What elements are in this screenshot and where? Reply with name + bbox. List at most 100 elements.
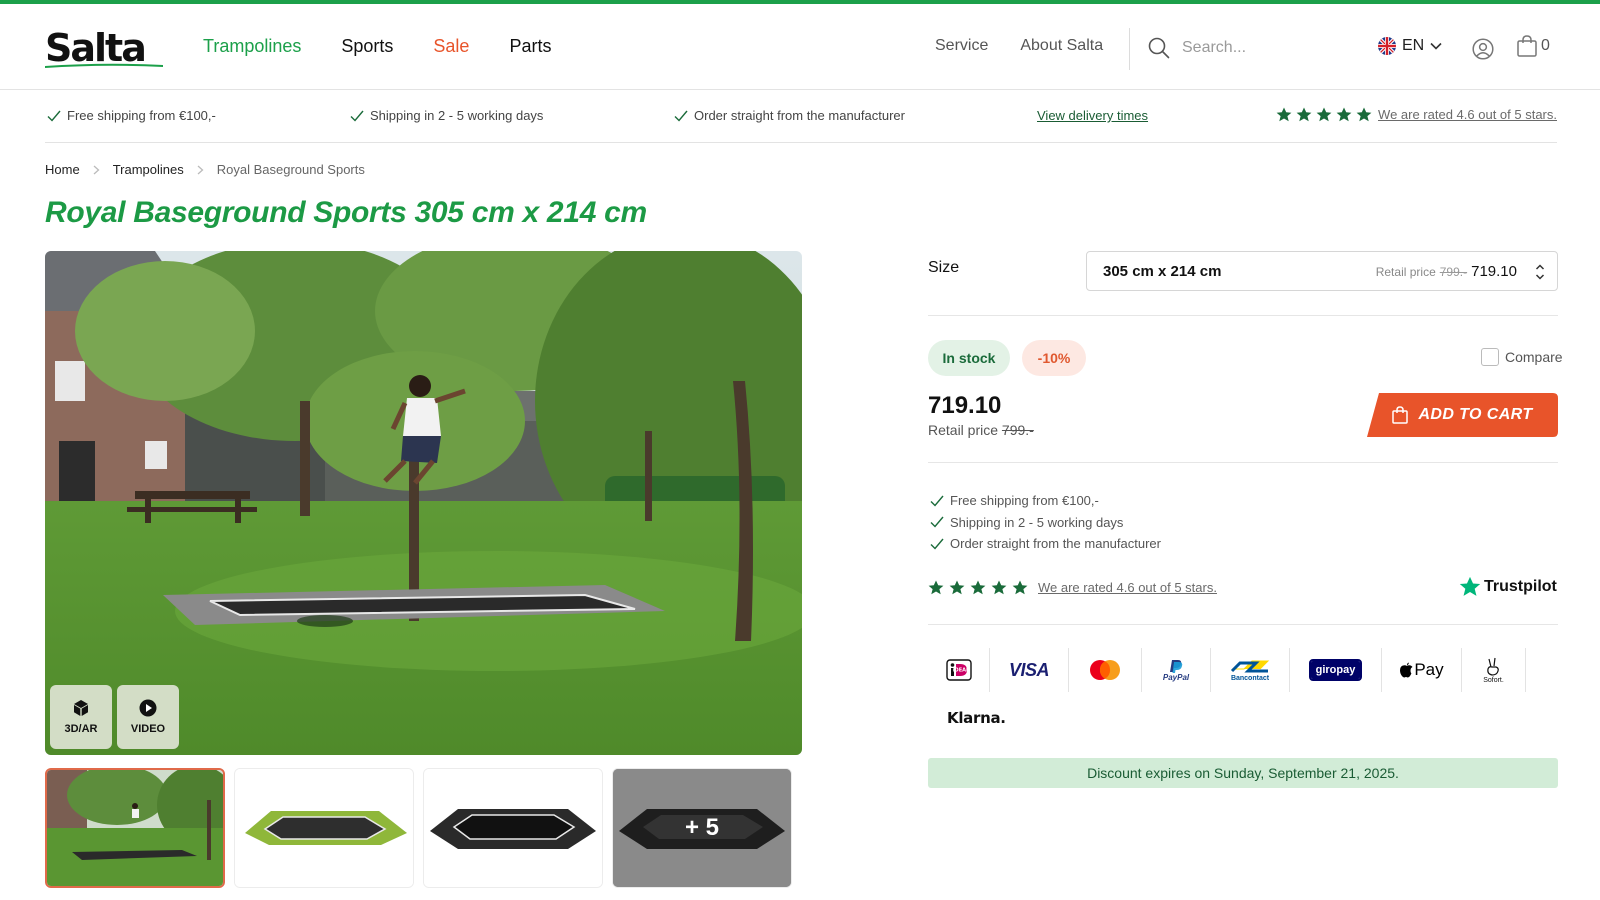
video-button[interactable]: VIDEO — [117, 685, 179, 749]
in-stock-badge: In stock — [928, 340, 1010, 376]
retail-label: Retail price — [928, 422, 999, 438]
sofort-mark: Sofort. — [1483, 657, 1504, 684]
bancontact-text: Bancontact — [1230, 674, 1270, 682]
star-icon — [1336, 107, 1352, 122]
usp-bar: Free shipping from €100,- Shipping in 2 … — [45, 91, 1557, 143]
usp-rating: We are rated 4.6 out of 5 stars. — [1276, 107, 1557, 122]
divider — [928, 315, 1558, 316]
cube-icon — [74, 700, 88, 716]
thumbnail-1[interactable] — [45, 768, 225, 888]
checkbox-box[interactable] — [1481, 348, 1499, 366]
cart-count: 0 — [1541, 37, 1550, 54]
shipping-info-list: Free shipping from €100,- Shipping in 2 … — [930, 490, 1161, 555]
trustpilot-logo[interactable]: Trustpilot — [1459, 576, 1557, 597]
visa-text: VISA — [1008, 659, 1050, 680]
chevron-right-icon — [93, 165, 100, 174]
add-to-cart-label: ADD TO CART — [1418, 406, 1533, 423]
nav-trampolines[interactable]: Trampolines — [203, 34, 301, 58]
search-box[interactable] — [1148, 34, 1328, 62]
bancontact-icon — [1230, 660, 1270, 672]
uk-flag-icon — [1378, 37, 1396, 55]
nav-service[interactable]: Service — [935, 35, 988, 57]
star-icon — [1296, 107, 1312, 122]
discount-badge: -10% — [1022, 340, 1086, 376]
rating-stars — [928, 580, 1028, 595]
language-selector[interactable]: EN — [1378, 37, 1442, 55]
star-icon — [1316, 107, 1332, 122]
sofort-text: Sofort. — [1483, 676, 1504, 684]
star-icon — [1012, 580, 1028, 595]
compare-checkbox[interactable]: Compare — [1481, 348, 1563, 366]
ideal-text: iDEAL — [952, 668, 969, 674]
language-code: EN — [1402, 37, 1425, 54]
salta-logo[interactable]: Salta — [45, 24, 163, 72]
thumbnail-3[interactable] — [423, 768, 603, 888]
discount-expiry-notice: Discount expires on Sunday, September 21… — [928, 758, 1558, 788]
shopping-bag-icon — [1517, 35, 1537, 57]
breadcrumb: Home Trampolines Royal Baseground Sports — [45, 162, 365, 177]
paypal-text: PayPal — [1162, 672, 1190, 682]
rating-link[interactable]: We are rated 4.6 out of 5 stars. — [1038, 580, 1217, 595]
divider — [928, 624, 1558, 625]
star-icon — [949, 580, 965, 595]
compare-label: Compare — [1505, 349, 1563, 365]
search-icon[interactable] — [1148, 37, 1170, 59]
check-icon — [930, 516, 944, 528]
3d-ar-button[interactable]: 3D/AR — [50, 685, 112, 749]
retail-old-price: 799.- — [1001, 422, 1034, 438]
retail-price: Retail price 799.- — [928, 422, 1034, 438]
search-input[interactable] — [1182, 39, 1322, 57]
giropay-logo: giropay — [1290, 648, 1382, 692]
usp-item: Free shipping from €100,- — [47, 108, 216, 123]
star-icon — [1356, 107, 1372, 122]
usp-item: Order straight from the manufacturer — [674, 108, 905, 123]
apple-pay-logo: Pay — [1382, 648, 1462, 692]
rating-stars — [1276, 107, 1372, 122]
more-images-label: + 5 — [684, 814, 720, 841]
nav-about[interactable]: About Salta — [1020, 35, 1103, 57]
bancontact-mark: Bancontact — [1230, 659, 1270, 682]
size-price-group: Retail price 799.- 719.10 — [1376, 263, 1517, 280]
thumbnail-2[interactable] — [234, 768, 414, 888]
thumbnail-photo — [47, 770, 223, 886]
thumbnail-more[interactable]: + 5 — [612, 768, 792, 888]
shipping-item: Order straight from the manufacturer — [930, 533, 1161, 555]
size-select[interactable]: 305 cm x 214 cm Retail price 799.- 719.1… — [1086, 251, 1558, 291]
chevron-down-icon — [1430, 42, 1442, 50]
product-main-image[interactable]: 3D/AR VIDEO — [45, 251, 802, 755]
usp-item: Shipping in 2 - 5 working days — [350, 108, 543, 123]
klarna-logo: Klarna. — [947, 709, 1006, 727]
secondary-nav: Service About Salta — [935, 35, 1135, 57]
sofort-hand-icon — [1486, 657, 1499, 676]
nav-sale[interactable]: Sale — [433, 34, 469, 58]
size-label: Size — [928, 259, 960, 276]
rating-link[interactable]: We are rated 4.6 out of 5 stars. — [1378, 107, 1557, 122]
play-icon — [139, 699, 157, 717]
star-icon — [928, 580, 944, 595]
bancontact-logo: Bancontact — [1211, 648, 1290, 692]
delivery-times-link[interactable]: View delivery times — [1037, 108, 1148, 123]
size-retail-label: Retail price — [1375, 265, 1436, 279]
paypal-mark: PayPal — [1163, 659, 1189, 682]
product-photo — [45, 251, 802, 755]
star-icon — [1276, 107, 1292, 122]
sofort-logo: Sofort. — [1462, 648, 1526, 692]
breadcrumb-home[interactable]: Home — [45, 162, 80, 177]
shipping-item: Free shipping from €100,- — [930, 490, 1161, 512]
site-header: Salta Trampolines Sports Sale Parts Serv… — [0, 4, 1600, 90]
nav-parts[interactable]: Parts — [509, 34, 551, 58]
main-nav: Trampolines Sports Sale Parts — [203, 34, 591, 58]
cart-button[interactable]: 0 — [1517, 35, 1550, 57]
visa-logo: VISA — [990, 648, 1069, 692]
user-icon — [1472, 38, 1494, 60]
account-button[interactable] — [1472, 38, 1494, 65]
shipping-item: Shipping in 2 - 5 working days — [930, 512, 1161, 534]
page-title: Royal Baseground Sports 305 cm x 214 cm — [45, 196, 647, 229]
divider — [928, 462, 1558, 463]
check-icon — [674, 110, 688, 122]
nav-sports[interactable]: Sports — [341, 34, 393, 58]
add-to-cart-button[interactable]: ADD TO CART — [1367, 393, 1558, 437]
product-price: 719.10 — [928, 392, 1002, 419]
thumbnail-photo — [235, 769, 413, 887]
breadcrumb-trampolines[interactable]: Trampolines — [113, 162, 184, 177]
